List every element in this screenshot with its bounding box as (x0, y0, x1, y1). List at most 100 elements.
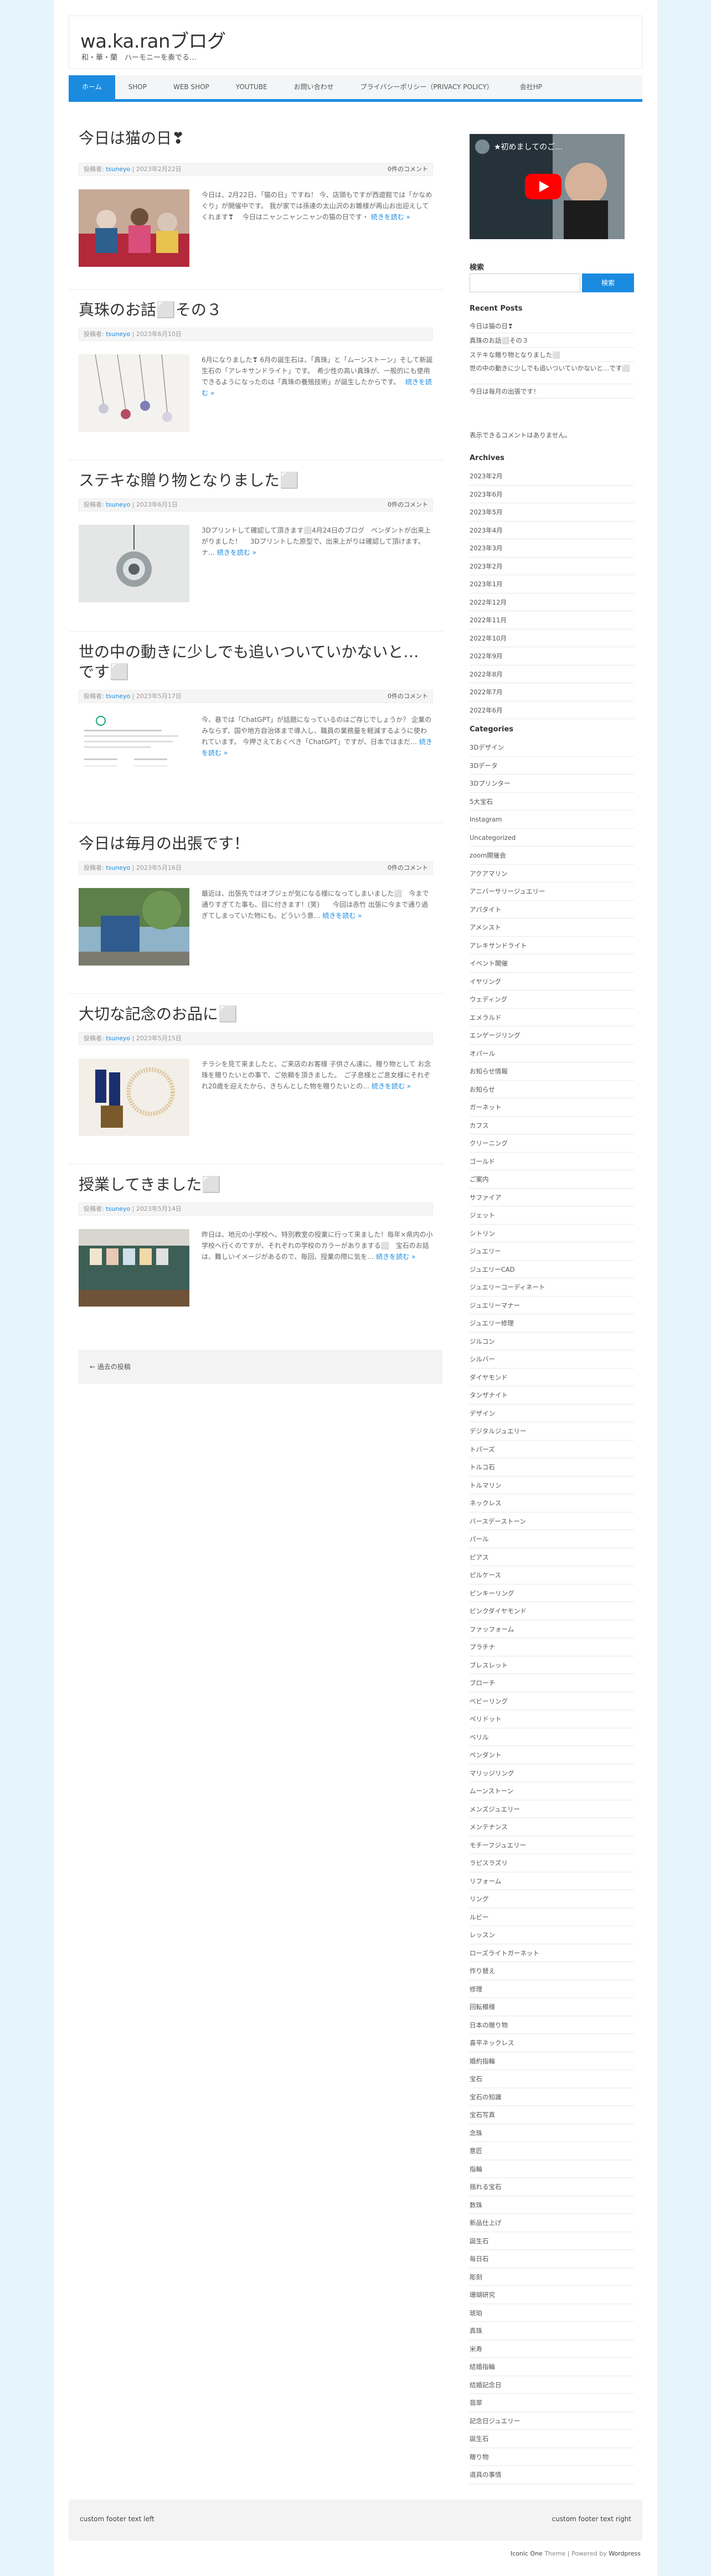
post-author[interactable]: tsuneyo (106, 331, 130, 338)
category-link[interactable]: Uncategorized (470, 829, 634, 846)
category-link[interactable]: レッスン (470, 1926, 634, 1944)
youtube-video-embed[interactable]: ★初めましてのご… (470, 134, 625, 239)
category-link[interactable]: プラチナ (470, 1638, 634, 1656)
recent-post-link[interactable]: 世の中の動きに少しでも追いついていかないと…です⬜ (470, 362, 634, 384)
category-link[interactable]: 日本の贈り物 (470, 2016, 634, 2034)
category-link[interactable]: カフス (470, 1117, 634, 1134)
category-link[interactable]: パール (470, 1530, 634, 1548)
category-link[interactable]: ジルコン (470, 1333, 634, 1350)
category-link[interactable]: 3Dデザイン (470, 739, 634, 757)
category-link[interactable]: ピンキーリング (470, 1584, 634, 1602)
category-link[interactable]: 5大宝石 (470, 793, 634, 811)
archive-link[interactable]: 2022年9月 (470, 647, 634, 665)
post-date[interactable]: 2023年5月17日 (136, 693, 182, 700)
category-link[interactable]: 結婚記念日 (470, 2376, 634, 2394)
category-link[interactable]: メンテナンス (470, 1818, 634, 1836)
category-link[interactable]: 作り替え (470, 1962, 634, 1980)
category-link[interactable]: ご案内 (470, 1170, 634, 1189)
nav-shop[interactable]: SHOP (115, 75, 160, 99)
category-link[interactable]: ジュエリーコーディネート (470, 1278, 634, 1297)
category-link[interactable]: 米寿 (470, 2340, 634, 2358)
post-thumbnail[interactable] (79, 1229, 189, 1307)
theme-link[interactable]: Iconic One (511, 2550, 543, 2557)
category-link[interactable]: エメラルド (470, 1009, 634, 1026)
post-author[interactable]: tsuneyo (106, 1035, 130, 1042)
category-link[interactable]: アレキサンドライト (470, 937, 634, 954)
category-link[interactable]: Instagram (470, 811, 634, 829)
post-author[interactable]: tsuneyo (106, 166, 130, 173)
post-title[interactable]: ステキな贈り物となりました⬜ (79, 471, 433, 491)
category-link[interactable]: 宝石 (470, 2070, 634, 2088)
category-link[interactable]: 誕生石 (470, 2232, 634, 2250)
recent-post-link[interactable]: 今日は猫の日❣ (470, 319, 634, 333)
category-link[interactable]: ジュエリーCAD (470, 1261, 634, 1278)
older-posts-link[interactable]: ← 過去の投稿 (79, 1350, 442, 1384)
category-link[interactable]: 贈り物 (470, 2448, 634, 2466)
category-link[interactable]: シルバー (470, 1350, 634, 1369)
nav-web-shop[interactable]: WEB SHOP (160, 75, 223, 99)
archive-link[interactable]: 2023年2月 (470, 557, 634, 575)
post-author[interactable]: tsuneyo (106, 1205, 130, 1212)
archive-link[interactable]: 2022年11月 (470, 611, 634, 629)
recent-post-link[interactable]: ステキな贈り物となりました⬜ (470, 348, 634, 362)
category-link[interactable]: ダイヤモンド (470, 1369, 634, 1386)
post-author[interactable]: tsuneyo (106, 693, 130, 700)
category-link[interactable]: アパタイト (470, 901, 634, 918)
archive-link[interactable]: 2023年1月 (470, 575, 634, 593)
category-link[interactable]: ジュエリー (470, 1242, 634, 1261)
category-link[interactable]: 回転模様 (470, 1998, 634, 2016)
category-link[interactable]: 意匠 (470, 2142, 634, 2160)
category-link[interactable]: ピンクダイヤモンド (470, 1602, 634, 1620)
category-link[interactable]: ペンダント (470, 1746, 634, 1764)
recent-post-link[interactable]: 真珠のお話⬜その３ (470, 333, 634, 348)
nav-contact[interactable]: お問い合わせ (281, 75, 347, 99)
category-link[interactable]: ガーネット (470, 1098, 634, 1117)
category-link[interactable]: クリーニング (470, 1134, 634, 1153)
category-link[interactable]: zoom開催会 (470, 846, 634, 865)
category-link[interactable]: 記念日ジュエリー (470, 2412, 634, 2430)
category-link[interactable]: 念珠 (470, 2124, 634, 2142)
category-link[interactable]: メンズジュエリー (470, 1800, 634, 1818)
search-input[interactable] (470, 273, 580, 292)
category-link[interactable]: サファイア (470, 1189, 634, 1206)
category-link[interactable]: ジュエリー修理 (470, 1314, 634, 1333)
category-link[interactable]: ペリドット (470, 1710, 634, 1728)
post-comments[interactable]: 0件のコメント (388, 690, 428, 703)
category-link[interactable]: 真珠 (470, 2322, 634, 2340)
archive-link[interactable]: 2023年2月 (470, 467, 634, 486)
category-link[interactable]: シトリン (470, 1225, 634, 1242)
category-link[interactable]: ブローチ (470, 1674, 634, 1692)
video-title[interactable]: ★初めましてのご… (494, 141, 563, 152)
category-link[interactable]: デザイン (470, 1405, 634, 1422)
archive-link[interactable]: 2022年12月 (470, 593, 634, 611)
read-more-link[interactable]: 続きを読む » (217, 549, 256, 556)
category-link[interactable]: 新品仕上げ (470, 2214, 634, 2232)
play-button-icon[interactable] (525, 174, 561, 199)
post-title[interactable]: 今日は猫の日❣ (79, 128, 433, 148)
category-link[interactable]: アクアマリン (470, 865, 634, 882)
category-link[interactable]: 揺れる宝石 (470, 2178, 634, 2196)
nav-company[interactable]: 会社HP (507, 75, 555, 99)
category-link[interactable]: 彫刻 (470, 2268, 634, 2286)
read-more-link[interactable]: 続きを読む » (371, 213, 410, 221)
read-more-link[interactable]: 続きを読む » (322, 912, 362, 920)
category-link[interactable]: オパール (470, 1045, 634, 1062)
nav-privacy[interactable]: プライバシーポリシー（PRIVACY POLICY） (347, 75, 507, 99)
category-link[interactable]: エンゲージリング (470, 1026, 634, 1045)
category-link[interactable]: ジュエリーマナー (470, 1297, 634, 1314)
category-link[interactable]: モチーフジュエリー (470, 1836, 634, 1854)
search-button[interactable]: 検索 (582, 273, 634, 292)
post-author[interactable]: tsuneyo (106, 501, 130, 508)
category-link[interactable]: お知らせ情報 (470, 1062, 634, 1081)
post-title[interactable]: 授業してきました⬜ (79, 1175, 433, 1195)
nav-home[interactable]: ホーム (69, 75, 115, 99)
post-date[interactable]: 2023年2月22日 (136, 166, 182, 173)
category-link[interactable]: 道具の事情 (470, 2466, 634, 2484)
read-more-link[interactable]: 続きを読む » (372, 1082, 411, 1090)
category-link[interactable]: アメシスト (470, 918, 634, 937)
category-link[interactable]: 修理 (470, 1980, 634, 1998)
category-link[interactable]: 毎日石 (470, 2250, 634, 2268)
archive-link[interactable]: 2022年8月 (470, 665, 634, 683)
post-comments[interactable]: 0件のコメント (388, 163, 428, 175)
category-link[interactable]: バースデーストーン (470, 1512, 634, 1530)
